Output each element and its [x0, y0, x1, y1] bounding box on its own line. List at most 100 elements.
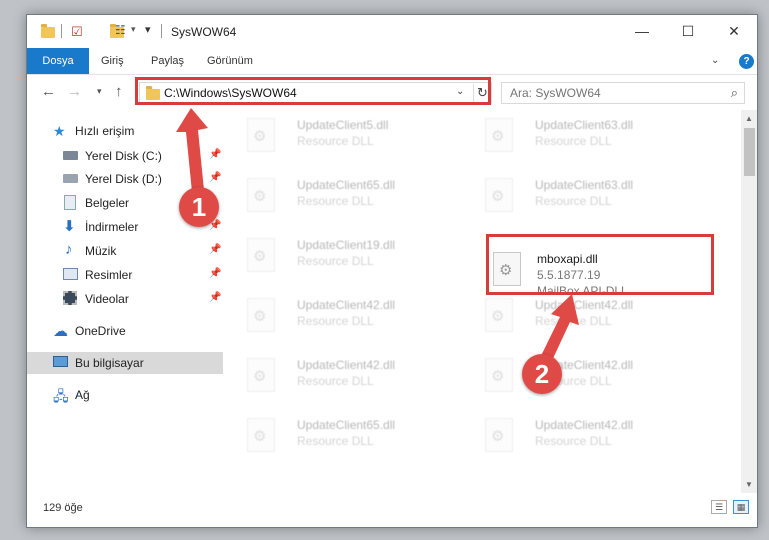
file-tile[interactable]: UpdateClient63.dll Resource DLL — [465, 110, 685, 168]
video-icon — [63, 291, 77, 305]
expand-ribbon-icon[interactable]: ⌄ — [711, 55, 719, 66]
file-name: UpdateClient5.dll — [297, 118, 389, 132]
nav-item-label: Belgeler — [85, 196, 130, 210]
file-tile[interactable]: UpdateClient63.dll Resource DLL — [465, 170, 685, 228]
recent-locations-icon[interactable]: ▾ — [97, 86, 102, 97]
up-arrow-icon[interactable]: ↑ — [115, 83, 123, 100]
pin-icon[interactable]: 📌 — [209, 292, 221, 303]
dll-file-icon — [485, 298, 513, 332]
pin-icon[interactable]: 📌 — [209, 268, 221, 279]
documents-icon — [64, 195, 76, 210]
file-description: Resource DLL — [297, 254, 374, 268]
minimize-button[interactable]: — — [619, 15, 665, 47]
dll-file-icon — [485, 118, 513, 152]
scroll-up-icon[interactable]: ▲ — [745, 114, 753, 123]
tab-home[interactable]: Giriş — [101, 52, 124, 71]
file-name: UpdateClient65.dll — [297, 178, 396, 192]
status-bar: 129 öğe ☰ ▦ — [27, 493, 757, 527]
file-name: UpdateClient42.dll — [535, 418, 634, 432]
search-input[interactable] — [510, 86, 710, 100]
tiles-view-icon[interactable]: ▦ — [733, 500, 749, 514]
customize-toolbar-icon[interactable]: ▾ — [145, 23, 151, 39]
properties-icon[interactable]: ☑ — [71, 24, 83, 40]
scroll-thumb[interactable] — [744, 128, 755, 176]
nav-item-network[interactable]: 🖧 Ağ — [27, 384, 223, 406]
download-icon: ⬇ — [63, 218, 76, 235]
file-description: Resource DLL — [297, 374, 374, 388]
dll-file-icon — [485, 418, 513, 452]
file-tile[interactable]: UpdateClient42.dll Resource DLL — [465, 350, 685, 408]
file-description: Resource DLL — [535, 194, 612, 208]
file-description: Resource DLL — [297, 434, 374, 448]
file-description: Resource DLL — [535, 434, 612, 448]
nav-item-label: Yerel Disk (C:) — [85, 149, 162, 163]
file-description: Resource DLL — [535, 314, 612, 328]
dll-file-icon — [247, 358, 275, 392]
nav-item-label: Resimler — [85, 268, 133, 282]
forward-arrow-icon[interactable]: → — [67, 83, 82, 100]
scroll-down-icon[interactable]: ▼ — [745, 480, 753, 489]
file-tile[interactable]: UpdateClient42.dll Resource DLL — [227, 290, 447, 348]
dll-file-icon — [485, 178, 513, 212]
file-tile[interactable]: UpdateClient5.dll Resource DLL — [227, 110, 447, 168]
file-tile[interactable]: UpdateClient42.dll Resource DLL — [465, 410, 685, 468]
address-highlight-box — [135, 77, 491, 105]
file-description: Resource DLL — [297, 194, 374, 208]
nav-item-label: Ağ — [75, 388, 90, 402]
dll-file-icon — [485, 358, 513, 392]
search-box[interactable]: ⌕ — [501, 82, 745, 104]
file-description: Resource DLL — [297, 314, 374, 328]
file-tile[interactable]: UpdateClient65.dll Resource DLL — [227, 410, 447, 468]
file-list: UpdateClient5.dll Resource DLL UpdateCli… — [227, 110, 741, 493]
dll-file-icon — [247, 298, 275, 332]
details-view-icon[interactable]: ☰ — [711, 500, 727, 514]
file-name: UpdateClient65.dll — [297, 418, 396, 432]
close-button[interactable]: ✕ — [711, 15, 757, 47]
file-tile[interactable]: UpdateClient42.dll Resource DLL — [465, 290, 685, 348]
step-2-badge: 2 — [522, 354, 562, 394]
nav-item-videos[interactable]: Videolar 📌 — [27, 288, 223, 310]
file-tile[interactable]: UpdateClient65.dll Resource DLL — [227, 170, 447, 228]
tab-view[interactable]: Görünüm — [207, 52, 253, 71]
tab-share[interactable]: Paylaş — [151, 52, 184, 71]
dll-file-icon — [247, 118, 275, 152]
dll-file-icon — [247, 238, 275, 272]
nav-item-pictures[interactable]: Resimler 📌 — [27, 264, 223, 286]
nav-item-onedrive[interactable]: ☁ OneDrive — [27, 320, 223, 342]
nav-item-disk-c[interactable]: Yerel Disk (C:) 📌 — [27, 145, 223, 167]
search-icon: ⌕ — [730, 85, 738, 100]
computer-icon — [53, 356, 68, 367]
view-icon[interactable]: ☷ — [115, 23, 126, 39]
file-tile[interactable]: UpdateClient42.dll Resource DLL — [227, 350, 447, 408]
help-icon[interactable]: ? — [739, 54, 754, 69]
title-bar: ☑ ☷ ▾ ▾ SysWOW64 — ☐ ✕ — [27, 15, 757, 47]
vertical-scrollbar[interactable]: ▲ ▼ — [741, 110, 757, 493]
dll-file-icon — [247, 178, 275, 212]
pin-icon[interactable]: 📌 — [209, 172, 221, 183]
folder-icon — [41, 24, 55, 38]
chevron-down-icon[interactable]: ▾ — [131, 24, 136, 40]
nav-item-label: Yerel Disk (D:) — [85, 172, 162, 186]
music-icon: ♪ — [65, 241, 73, 258]
file-description: Resource DLL — [297, 134, 374, 148]
file-tile[interactable]: UpdateClient19.dll Resource DLL — [227, 230, 447, 288]
nav-item-this-pc[interactable]: Bu bilgisayar — [27, 352, 223, 374]
nav-item-label: Hızlı erişim — [75, 124, 135, 138]
item-count: 129 öğe — [43, 502, 83, 514]
step-1-badge: 1 — [179, 187, 219, 227]
window-title: SysWOW64 — [171, 25, 237, 39]
back-arrow-icon[interactable]: ← — [41, 83, 56, 100]
pin-icon[interactable]: 📌 — [209, 244, 221, 255]
file-description: Resource DLL — [535, 134, 612, 148]
divider — [161, 24, 162, 38]
divider — [61, 24, 62, 38]
nav-item-music[interactable]: ♪ Müzik 📌 — [27, 240, 223, 262]
pin-icon[interactable]: 📌 — [209, 149, 221, 160]
nav-item-quick-access[interactable]: ★ Hızlı erişim — [27, 120, 223, 142]
ribbon-tabs: Dosya Giriş Paylaş Görünüm ⌄ ? — [27, 47, 757, 75]
maximize-button[interactable]: ☐ — [665, 15, 711, 47]
tab-file[interactable]: Dosya — [27, 48, 89, 74]
file-name: UpdateClient42.dll — [297, 358, 396, 372]
drive-icon — [63, 151, 78, 160]
cloud-icon: ☁ — [53, 323, 68, 340]
